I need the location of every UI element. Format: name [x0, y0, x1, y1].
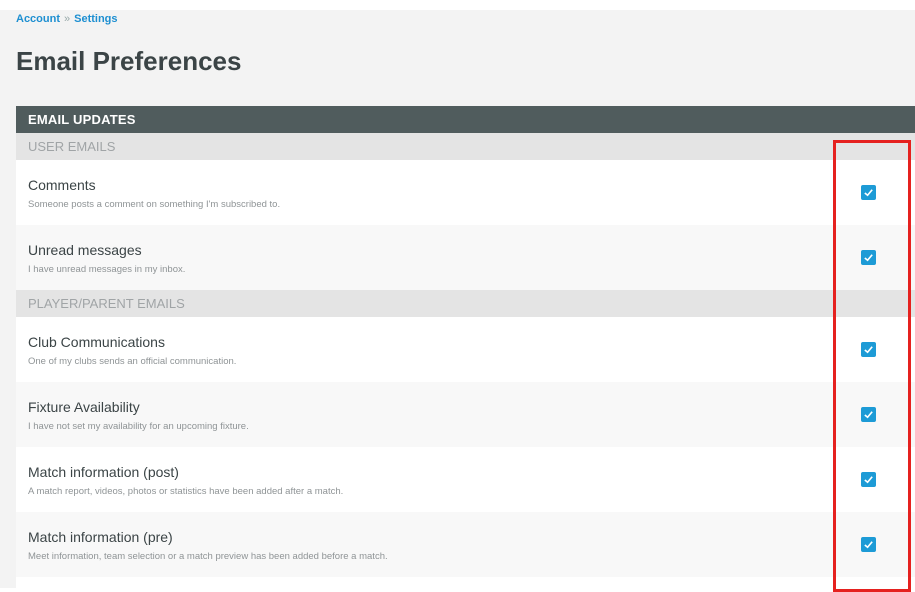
section-header-player-parent-emails: PLAYER/PARENT EMAILS [16, 290, 915, 317]
comments-checkbox[interactable] [861, 185, 876, 200]
panel-header: EMAIL UPDATES [16, 106, 915, 133]
unread-messages-checkbox[interactable] [861, 250, 876, 265]
pref-row-match-information-post: Match information (post) A match report,… [16, 447, 915, 512]
check-icon [864, 411, 873, 419]
pref-description: Someone posts a comment on something I'm… [28, 199, 281, 210]
pref-title: Match information (post) [28, 464, 179, 480]
check-icon [864, 189, 873, 197]
match-information-post-checkbox[interactable] [861, 472, 876, 487]
club-communications-checkbox[interactable] [861, 342, 876, 357]
section-header-user-emails: USER EMAILS [16, 133, 915, 160]
breadcrumb-settings[interactable]: Settings [74, 13, 117, 25]
check-icon [864, 254, 873, 262]
breadcrumb-account[interactable]: Account [16, 13, 60, 25]
email-updates-panel: EMAIL UPDATES USER EMAILS Comments Someo… [16, 106, 915, 588]
email-preferences-page: Account » Settings Email Preferences EMAIL… [0, 10, 915, 588]
pref-title: Match information (pre) [28, 529, 173, 545]
pref-description: I have unread messages in my inbox. [28, 264, 186, 275]
pref-title: Fixture Availability [28, 399, 140, 415]
pref-description: One of my clubs sends an official commun… [28, 356, 237, 367]
breadcrumb: Account » Settings [16, 13, 118, 25]
fixture-availability-checkbox[interactable] [861, 407, 876, 422]
pref-row-unread-messages: Unread messages I have unread messages i… [16, 225, 915, 290]
pref-title: Comments [28, 177, 96, 193]
check-icon [864, 541, 873, 549]
pref-row-fixture-availability: Fixture Availability I have not set my a… [16, 382, 915, 447]
pref-description: I have not set my availability for an up… [28, 421, 249, 432]
pref-row-comments: Comments Someone posts a comment on some… [16, 160, 915, 225]
check-icon [864, 476, 873, 484]
check-icon [864, 346, 873, 354]
breadcrumb-separator: » [64, 13, 71, 25]
pref-row-club-communications: Club Communications One of my clubs send… [16, 317, 915, 382]
pref-title: Club Communications [28, 334, 165, 350]
match-information-pre-checkbox[interactable] [861, 537, 876, 552]
pref-row-match-information-pre: Match information (pre) Meet information… [16, 512, 915, 577]
page-title: Email Preferences [16, 46, 242, 76]
pref-description: A match report, videos, photos or statis… [28, 486, 344, 497]
pref-title: Unread messages [28, 242, 142, 258]
pref-description: Meet information, team selection or a ma… [28, 551, 388, 562]
